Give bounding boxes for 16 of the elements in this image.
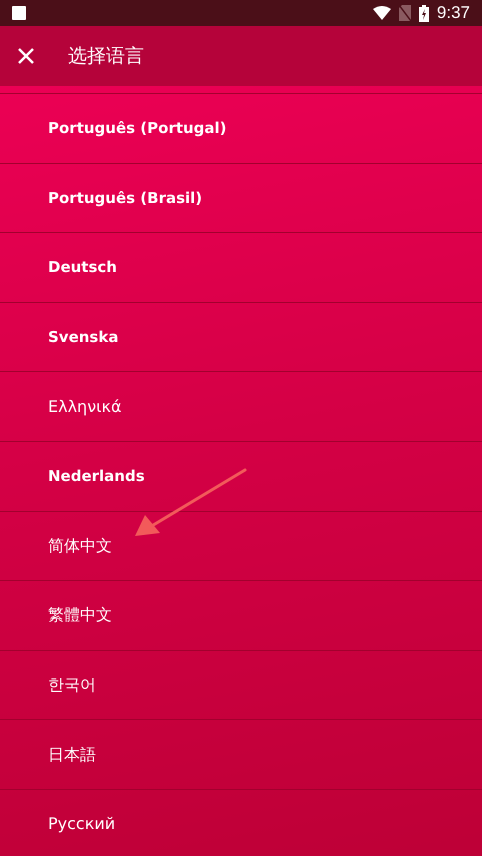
language-item[interactable]: 日本語 [0, 720, 482, 790]
language-item[interactable]: Svenska [0, 302, 482, 372]
language-item[interactable]: 한국어 [0, 650, 482, 720]
language-item[interactable]: Русский [0, 790, 482, 856]
clock-time: 9:37 [436, 2, 470, 24]
notification-icon [12, 6, 26, 20]
wifi-icon [372, 6, 391, 20]
language-item[interactable]: Nederlands [0, 442, 482, 512]
screen-title: 选择语言 [68, 44, 144, 69]
language-item[interactable]: Português (Brasil) [0, 164, 482, 234]
battery-charging-icon [418, 4, 429, 22]
language-item[interactable]: 繁體中文 [0, 581, 482, 651]
language-item[interactable]: Português (Portugal) [0, 94, 482, 164]
language-item[interactable]: Deutsch [0, 233, 482, 303]
no-sim-icon [398, 5, 411, 21]
language-item[interactable]: Ελληνικά [0, 372, 482, 442]
